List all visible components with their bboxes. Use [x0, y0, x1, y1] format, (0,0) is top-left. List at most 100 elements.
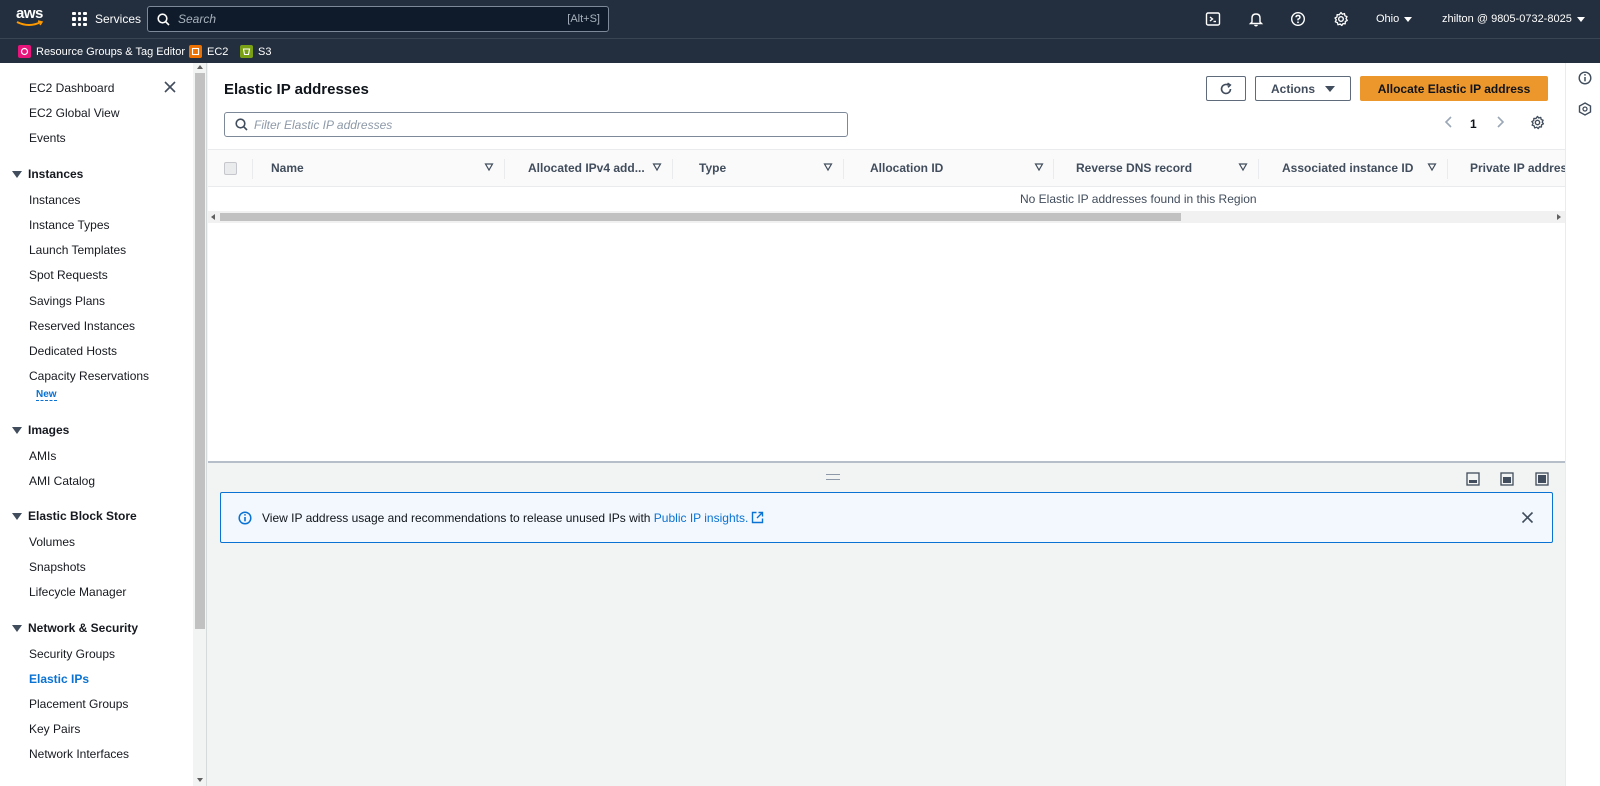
- table-header: Name Allocated IPv4 add... Type Allocati…: [208, 149, 1565, 187]
- scroll-up-arrow-icon[interactable]: [197, 65, 203, 69]
- sidebar-item-reserved-instances[interactable]: Reserved Instances: [29, 319, 135, 333]
- services-menu-button[interactable]: Services: [72, 0, 141, 38]
- close-banner-icon[interactable]: [1521, 511, 1534, 524]
- filter-field[interactable]: [224, 112, 848, 137]
- column-header-reverse-dns[interactable]: Reverse DNS record: [1076, 161, 1192, 175]
- sidebar-item-instances[interactable]: Instances: [29, 193, 80, 207]
- panel-bottom-icon[interactable]: [1466, 472, 1480, 486]
- aws-logo[interactable]: aws: [16, 6, 44, 31]
- favorite-resource-groups[interactable]: Resource Groups & Tag Editor: [18, 43, 185, 60]
- sidebar-item-launch-templates[interactable]: Launch Templates: [29, 243, 126, 257]
- sidebar-section-elastic-block-store[interactable]: Elastic Block Store: [12, 509, 137, 523]
- services-label: Services: [95, 12, 142, 26]
- select-all-checkbox[interactable]: [224, 162, 237, 175]
- tools-rail: [1565, 63, 1600, 786]
- sidebar-scrollbar[interactable]: [193, 63, 207, 786]
- sidebar-section-network-security[interactable]: Network & Security: [12, 621, 138, 635]
- info-panel-icon[interactable]: [1578, 71, 1592, 85]
- notifications-bell-icon[interactable]: [1248, 11, 1264, 27]
- scroll-right-arrow-icon[interactable]: [1557, 214, 1561, 220]
- sidebar-item-snapshots[interactable]: Snapshots: [29, 560, 86, 574]
- column-header-allocation-id[interactable]: Allocation ID: [870, 161, 943, 175]
- split-panel-resize-handle[interactable]: [826, 474, 840, 480]
- banner-text: View IP address usage and recommendation…: [262, 510, 654, 525]
- sort-icon[interactable]: [484, 162, 494, 172]
- section-title: Images: [28, 423, 70, 437]
- scroll-left-arrow-icon[interactable]: [211, 214, 215, 220]
- sidebar-item-volumes[interactable]: Volumes: [29, 535, 75, 549]
- info-icon: [238, 510, 252, 525]
- search-shortcut-hint: [Alt+S]: [567, 13, 600, 25]
- sidebar-item-ec2-dashboard[interactable]: EC2 Dashboard: [29, 81, 114, 95]
- sidebar-section-images[interactable]: Images: [12, 423, 69, 437]
- caret-down-icon: [12, 624, 22, 632]
- table-preferences-gear-icon[interactable]: [1530, 115, 1545, 130]
- favorite-s3[interactable]: S3: [240, 43, 271, 60]
- column-header-private-ip[interactable]: Private IP addres: [1470, 161, 1565, 175]
- region-selector[interactable]: Ohio: [1376, 0, 1413, 38]
- sort-icon[interactable]: [652, 162, 662, 172]
- actions-dropdown-button[interactable]: Actions: [1255, 76, 1351, 101]
- sidebar-item-savings-plans[interactable]: Savings Plans: [29, 294, 105, 308]
- sidebar-item-network-interfaces[interactable]: Network Interfaces: [29, 747, 129, 761]
- settings-gear-icon[interactable]: [1333, 11, 1349, 27]
- sort-icon[interactable]: [1427, 162, 1437, 172]
- empty-state-message: No Elastic IP addresses found in this Re…: [1020, 192, 1257, 206]
- sort-icon[interactable]: [823, 162, 833, 172]
- refresh-icon: [1220, 82, 1232, 94]
- caret-down-icon: [12, 426, 22, 434]
- public-ip-insights-link[interactable]: Public IP insights.: [654, 511, 749, 525]
- cloudshell-icon[interactable]: [1205, 11, 1221, 27]
- help-icon[interactable]: [1290, 11, 1306, 27]
- external-link-icon[interactable]: [751, 511, 764, 524]
- sidebar-item-ec2-global-view[interactable]: EC2 Global View: [29, 106, 120, 120]
- scrollbar-thumb[interactable]: [220, 213, 1181, 221]
- column-header-name[interactable]: Name: [271, 161, 304, 175]
- close-sidebar-icon[interactable]: [163, 80, 177, 94]
- resource-groups-icon: [18, 45, 31, 58]
- account-menu[interactable]: zhilton @ 9805-0732-8025: [1442, 0, 1585, 38]
- sidebar-item-key-pairs[interactable]: Key Pairs: [29, 722, 80, 736]
- scrollbar-thumb[interactable]: [195, 73, 205, 629]
- sidebar-item-lifecycle-manager[interactable]: Lifecycle Manager: [29, 585, 126, 599]
- refresh-button[interactable]: [1206, 76, 1246, 101]
- main-content: Elastic IP addresses Actions Allocate El…: [208, 63, 1565, 461]
- sidebar-section-instances[interactable]: Instances: [12, 167, 83, 181]
- search-input[interactable]: [178, 12, 538, 26]
- s3-icon: [240, 45, 253, 58]
- sidebar-item-dedicated-hosts[interactable]: Dedicated Hosts: [29, 344, 117, 358]
- sidebar-item-elastic-ips[interactable]: Elastic IPs: [29, 672, 89, 686]
- previous-page-icon[interactable]: [1443, 115, 1455, 129]
- filter-input[interactable]: [254, 117, 834, 132]
- current-page-number[interactable]: 1: [1470, 117, 1477, 131]
- sort-icon[interactable]: [1034, 162, 1044, 172]
- sidebar-item-instance-types[interactable]: Instance Types: [29, 218, 110, 232]
- favorite-ec2[interactable]: EC2: [189, 43, 228, 60]
- scroll-down-arrow-icon[interactable]: [197, 778, 203, 782]
- next-page-icon[interactable]: [1494, 115, 1506, 129]
- section-title: Network & Security: [28, 621, 139, 635]
- sidebar-item-placement-groups[interactable]: Placement Groups: [29, 697, 128, 711]
- column-header-associated-instance-id[interactable]: Associated instance ID: [1282, 161, 1413, 175]
- allocate-elastic-ip-button[interactable]: Allocate Elastic IP address: [1360, 76, 1548, 101]
- sidebar-item-amis[interactable]: AMIs: [29, 449, 56, 463]
- global-search[interactable]: [Alt+S]: [147, 6, 609, 32]
- favorite-label: EC2: [207, 45, 229, 58]
- actions-label: Actions: [1270, 81, 1315, 96]
- ec2-icon: [189, 45, 202, 58]
- sidebar-item-security-groups[interactable]: Security Groups: [29, 647, 115, 661]
- panel-side-icon[interactable]: [1500, 472, 1514, 486]
- sidebar-item-ami-catalog[interactable]: AMI Catalog: [29, 474, 95, 488]
- column-header-type[interactable]: Type: [699, 161, 726, 175]
- sidebar-item-events[interactable]: Events: [29, 131, 66, 145]
- sidebar-item-spot-requests[interactable]: Spot Requests: [29, 268, 108, 282]
- caret-down-icon: [1325, 85, 1335, 92]
- top-navigation: aws Services [Alt+S] O: [0, 0, 1600, 38]
- info-alert-banner: View IP address usage and recommendation…: [220, 492, 1553, 543]
- table-horizontal-scrollbar[interactable]: [208, 211, 1565, 223]
- resource-panel-icon[interactable]: [1578, 102, 1592, 116]
- sort-icon[interactable]: [1238, 162, 1248, 172]
- column-header-allocated-ipv4[interactable]: Allocated IPv4 add...: [528, 161, 645, 175]
- panel-maximize-icon[interactable]: [1535, 472, 1549, 486]
- sidebar-item-capacity-reservations[interactable]: Capacity Reservations: [29, 369, 149, 383]
